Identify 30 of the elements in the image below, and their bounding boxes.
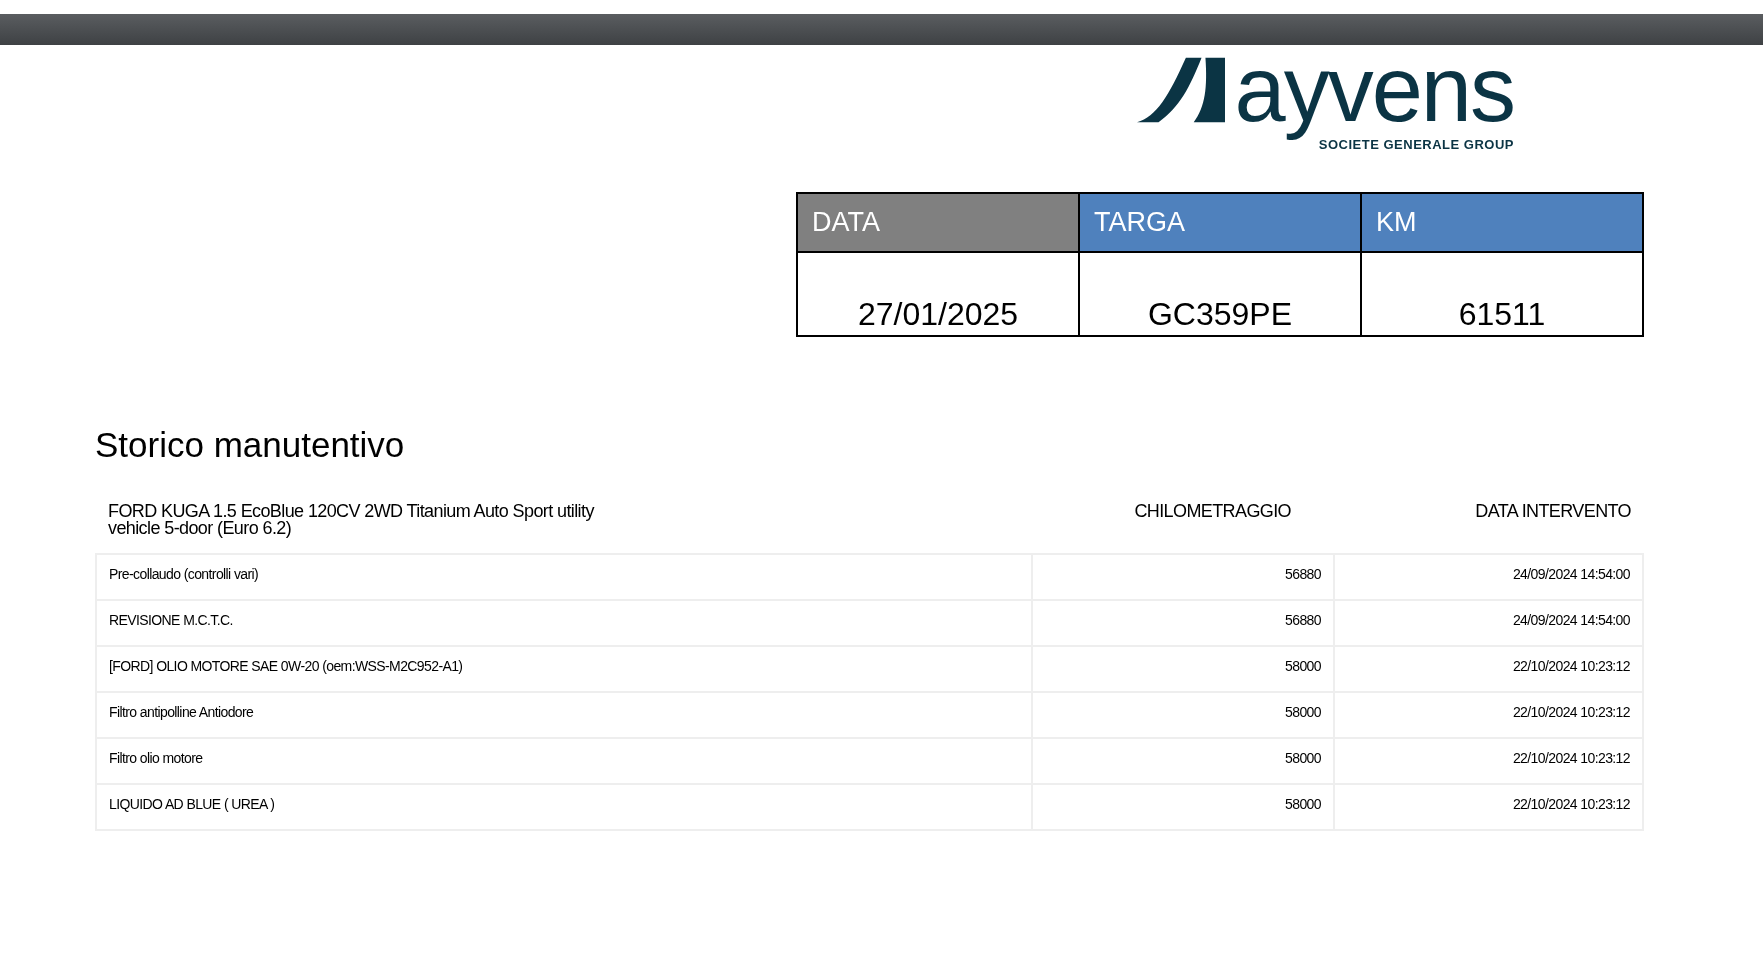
- table-cell: 58000: [1032, 784, 1334, 830]
- table-cell: 22/10/2024 10:23:12: [1334, 738, 1643, 784]
- column-header: FORD KUGA 1.5 EcoBlue 120CV 2WD Titanium Auto Sport utility vehicle 5-door (Euro 6.2): [108, 503, 596, 540]
- table-cell: 22/10/2024 10:23:12: [1334, 646, 1643, 692]
- logo-mark-icon: [1136, 57, 1225, 123]
- table-cell: Filtro olio motore: [96, 738, 1032, 784]
- column-header: KM: [1361, 193, 1643, 252]
- table-cell: 24/09/2024 14:54:00: [1334, 554, 1643, 600]
- table-cell: 61511: [1361, 252, 1643, 336]
- column-header: DATA INTERVENTO: [1474, 503, 1631, 523]
- table-cell: 22/10/2024 10:23:12: [1334, 692, 1643, 738]
- table-cell: Pre-collaudo (controlli vari): [96, 554, 1032, 600]
- table-cell: REVISIONE M.C.T.C.: [96, 600, 1032, 646]
- table-cell: Filtro antipolline Antiodore: [96, 692, 1032, 738]
- table-cell: 56880: [1032, 600, 1334, 646]
- column-header: DATA: [797, 193, 1079, 252]
- column-header: CHILOMETRAGGIO: [1133, 503, 1291, 523]
- column-header: TARGA: [1079, 193, 1361, 252]
- logo-tagline: SOCIETE GENERALE GROUP: [1318, 137, 1514, 152]
- table-cell: [FORD] OLIO MOTORE SAE 0W-20 (oem:WSS-M2C952-A1): [96, 646, 1032, 692]
- table-cell: 58000: [1032, 738, 1334, 784]
- table-cell: GC359PE: [1079, 252, 1361, 336]
- table-cell: 22/10/2024 10:23:12: [1334, 784, 1643, 830]
- section-title: Storico manutentivo: [95, 425, 406, 465]
- table-cell: 58000: [1032, 646, 1334, 692]
- table-cell: 56880: [1032, 554, 1334, 600]
- table-cell: 27/01/2025: [797, 252, 1079, 336]
- table-cell: 24/09/2024 14:54:00: [1334, 600, 1643, 646]
- table-cell: 58000: [1032, 692, 1334, 738]
- table-cell: LIQUIDO AD BLUE ( UREA ): [96, 784, 1032, 830]
